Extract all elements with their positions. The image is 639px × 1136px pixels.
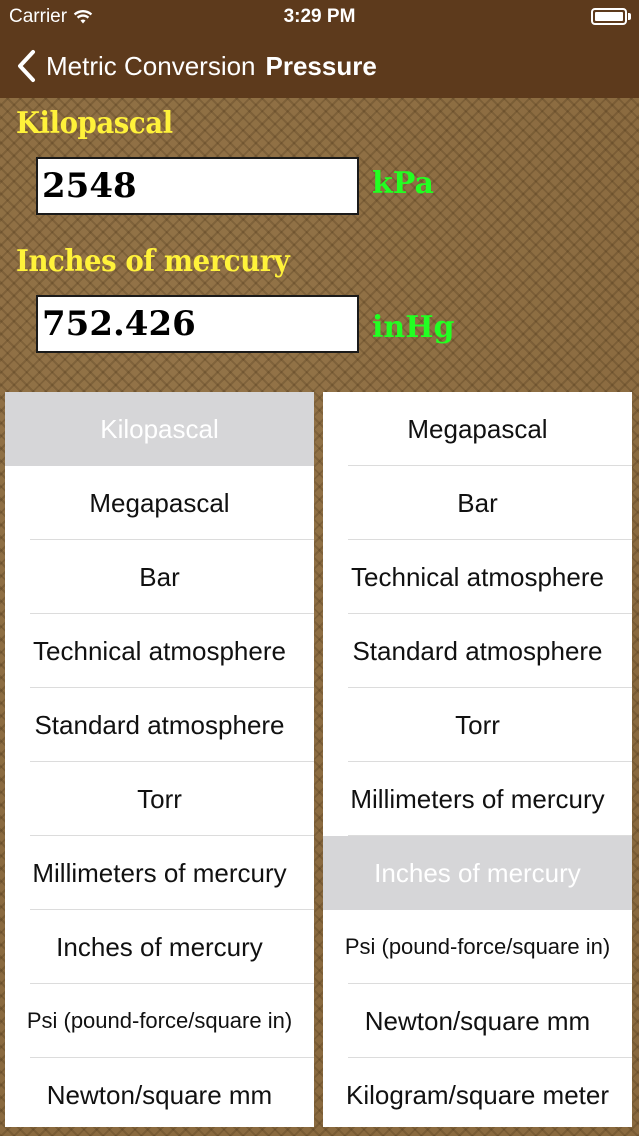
chevron-left-icon xyxy=(18,50,35,82)
list-item[interactable]: Standard atmosphere xyxy=(323,614,632,688)
battery-icon xyxy=(591,8,631,25)
list-item[interactable]: Megapascal xyxy=(323,392,632,466)
list-item[interactable]: Bar xyxy=(5,540,314,614)
list-item[interactable]: Bar xyxy=(323,466,632,540)
list-item[interactable]: Standard atmosphere xyxy=(5,688,314,762)
to-unit-symbol: inHg xyxy=(372,310,455,345)
list-item[interactable]: Torr xyxy=(5,762,314,836)
list-item[interactable]: Technical atmosphere xyxy=(323,540,632,614)
page-title: Pressure xyxy=(265,50,377,81)
from-unit-label: Kilopascal xyxy=(16,106,173,141)
list-item[interactable]: Psi (pound-force/square in) xyxy=(5,984,314,1058)
to-unit-label: Inches of mercury xyxy=(16,244,290,279)
to-unit-picker[interactable]: Megapascal Bar Technical atmosphere Standar… xyxy=(323,392,632,1127)
back-button-label: Metric Conversion xyxy=(46,50,256,81)
list-item[interactable]: Psi (pound-force/square in) xyxy=(323,910,632,984)
list-item[interactable]: Technical atmosphere xyxy=(5,614,314,688)
back-button[interactable]: Metric Conversion xyxy=(16,49,256,83)
list-item[interactable]: Newton/square mm xyxy=(323,984,632,1058)
list-item[interactable]: Inches of mercury xyxy=(5,910,314,984)
list-item[interactable]: Torr xyxy=(323,688,632,762)
to-value-input[interactable] xyxy=(36,295,359,353)
list-item[interactable]: Millimeters of mercury xyxy=(323,762,632,836)
from-value-input[interactable] xyxy=(36,157,359,215)
top-bar: Carrier 3:29 PM Metric Conversion Pressu… xyxy=(0,0,639,98)
list-item[interactable]: Megapascal xyxy=(5,466,314,540)
navigation-bar: Metric Conversion Pressure xyxy=(0,40,639,92)
list-item[interactable]: Newton/square mm xyxy=(5,1058,314,1127)
list-item[interactable]: Kilopascal xyxy=(5,392,314,466)
list-item[interactable]: Inches of mercury xyxy=(323,836,632,910)
list-item[interactable]: Millimeters of mercury xyxy=(5,836,314,910)
list-item[interactable]: Kilogram/square meter xyxy=(323,1058,632,1127)
clock: 3:29 PM xyxy=(283,6,356,27)
status-bar: Carrier 3:29 PM xyxy=(0,0,639,32)
from-unit-symbol: kPa xyxy=(372,166,434,201)
from-unit-picker[interactable]: Kilopascal Megapascal Bar Technical atmosph… xyxy=(5,392,314,1127)
